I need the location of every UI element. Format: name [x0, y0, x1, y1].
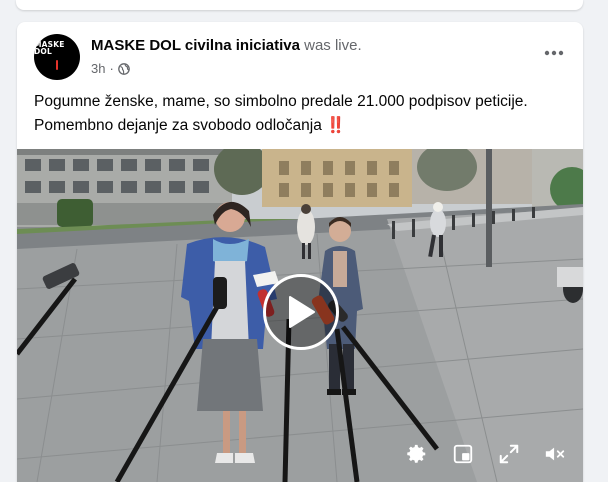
separator-dot: ·: [109, 61, 114, 76]
more-dots-icon: [544, 50, 564, 56]
double-exclamation-emoji: ‼️: [326, 117, 346, 134]
page-name-link[interactable]: MASKE DOL civilna iniciativa: [91, 37, 300, 54]
miniplayer-button[interactable]: [449, 440, 477, 468]
video-controls: [403, 440, 569, 468]
live-status-text: was live.: [304, 37, 362, 54]
post-meta: 3h ·: [91, 61, 130, 76]
previous-post-card: [16, 0, 583, 10]
avatar-logo-mark: [56, 59, 58, 70]
settings-icon: [407, 444, 426, 463]
mute-icon: [545, 447, 565, 461]
fullscreen-icon: [499, 444, 519, 464]
miniplayer-icon: [453, 444, 473, 464]
mute-button[interactable]: [541, 440, 569, 468]
play-icon: [289, 296, 315, 328]
post-card: MASKE DOL MASKE DOL civilna iniciativa w…: [17, 22, 583, 482]
settings-button[interactable]: [403, 440, 431, 468]
post-header: MASKE DOL MASKE DOL civilna iniciativa w…: [17, 22, 583, 90]
more-options-button[interactable]: [539, 38, 569, 68]
play-button[interactable]: [263, 274, 339, 350]
post-author-line: MASKE DOL civilna iniciativa was live.: [91, 37, 362, 54]
video-player[interactable]: [17, 149, 583, 482]
post-timestamp[interactable]: 3h: [91, 61, 105, 76]
post-caption: Pogumne ženske, mame, so simbolno predal…: [34, 90, 564, 138]
page-avatar[interactable]: MASKE DOL: [34, 34, 80, 80]
fullscreen-button[interactable]: [495, 440, 523, 468]
avatar-logo-text: MASKE DOL: [34, 39, 65, 56]
caption-text: Pogumne ženske, mame, so simbolno predal…: [34, 93, 528, 134]
globe-icon[interactable]: [117, 62, 130, 75]
